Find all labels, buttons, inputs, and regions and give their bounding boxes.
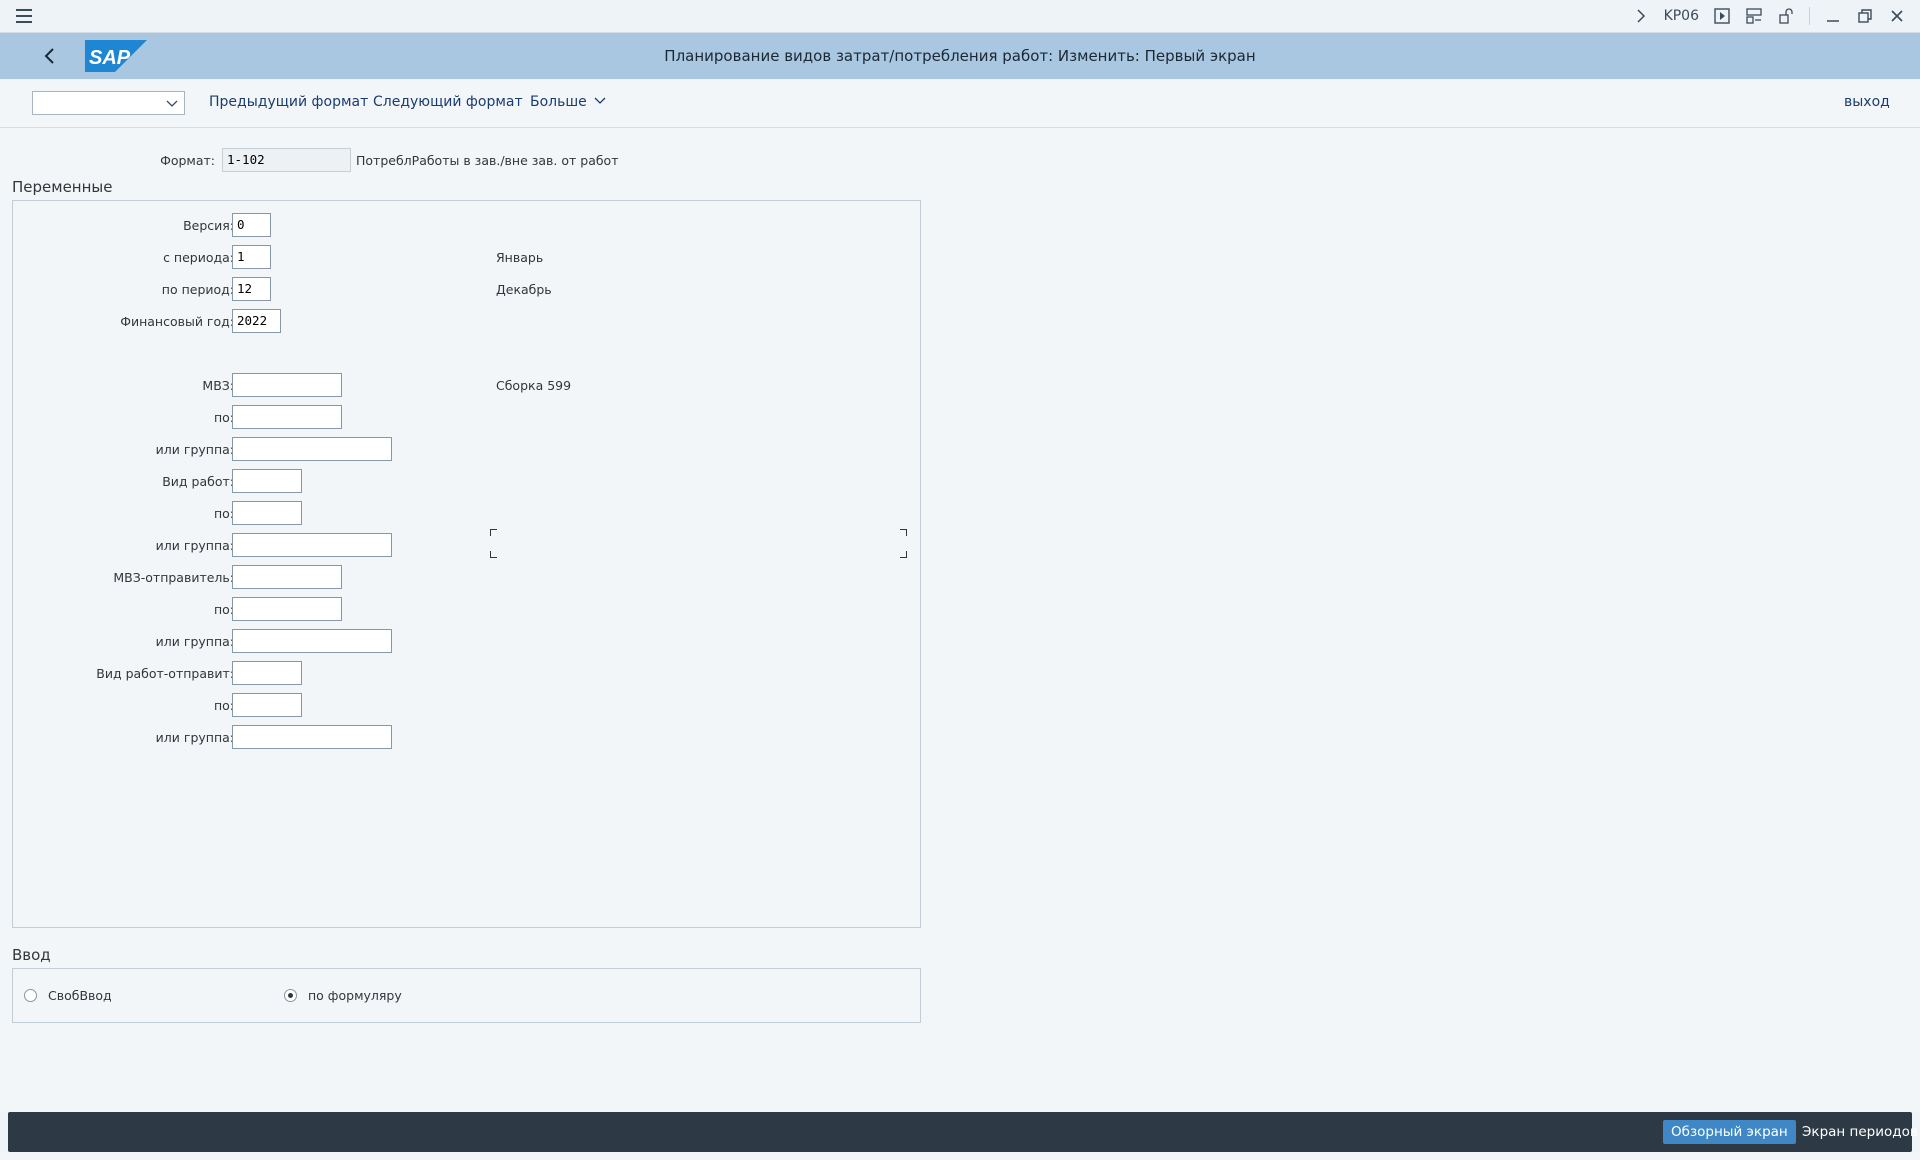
cost-center-group-field[interactable] [232,437,392,461]
cost-center-to-label: по: [213,410,234,425]
layout-icon[interactable] [1745,7,1763,25]
chevron-down-icon [166,100,178,107]
version-field[interactable]: 0 [232,213,271,237]
sender-cost-center-to-label: по: [213,602,234,617]
shell-header: SAP Планирование видов затрат/потреблени… [0,33,1920,79]
chevron-right-icon[interactable] [1632,7,1650,25]
form-entry-radio[interactable] [284,989,297,1002]
sender-cost-center-group-label: или группа: [155,634,234,649]
sender-cost-center-label: МВЗ-отправитель: [113,570,234,585]
variables-section-title: Переменные [12,178,113,196]
cost-center-field[interactable] [232,373,342,397]
cost-center-group-label: или группа: [155,442,234,457]
activity-type-to-field[interactable] [232,501,302,525]
activity-type-label: Вид работ: [162,474,234,489]
entry-section-title: Ввод [12,946,51,964]
more-menu-button[interactable]: Больше [530,94,606,110]
sender-activity-type-label: Вид работ-отправит: [96,666,234,681]
chevron-down-icon [594,97,606,104]
previous-format-button[interactable]: Предыдущий формат [209,94,368,110]
bottom-edge [0,1152,1920,1160]
exit-button[interactable]: выход [1844,94,1890,110]
activity-type-group-label: или группа: [155,538,234,553]
entry-group: СвобВвод по формуляру [12,968,921,1023]
sender-activity-type-group-field[interactable] [232,725,392,749]
sender-activity-type-to-field[interactable] [232,693,302,717]
to-period-field[interactable]: 12 [232,277,271,301]
page-title: Планирование видов затрат/потребления ра… [664,47,1256,65]
sender-cost-center-group-field[interactable] [232,629,392,653]
more-menu-label: Больше [530,94,587,110]
execute-icon[interactable] [1713,7,1731,25]
sender-activity-type-field[interactable] [232,661,302,685]
period-screen-button[interactable]: Экран периодов [1794,1120,1920,1144]
activity-type-group-field[interactable] [232,533,392,557]
version-label: Версия: [183,218,234,233]
application-toolbar: Предыдущий формат Следующий формат Больш… [0,80,1920,128]
format-description: ПотреблРаботы в зав./вне зав. от работ [356,153,619,168]
activity-type-field[interactable] [232,469,302,493]
sender-cost-center-field[interactable] [232,565,342,589]
titlebar-separator [1809,7,1810,25]
main-content: Формат: 1-102 ПотреблРаботы в зав./вне з… [0,128,1920,1112]
fiscal-year-label: Финансовый год: [120,314,234,329]
form-entry-label[interactable]: по формуляру [308,988,402,1003]
titlebar-controls: KP06 [1632,0,1906,32]
footer-toolbar: Обзорный экран Экран периодов [8,1112,1918,1152]
free-entry-label[interactable]: СвобВвод [48,988,112,1003]
sender-activity-type-group-label: или группа: [155,730,234,745]
fiscal-year-field[interactable]: 2022 [232,309,281,333]
frame-corner-top-right [900,529,907,536]
frame-corner-bottom-left [490,551,497,558]
cost-center-text: Сборка 599 [496,378,572,393]
to-period-label: по период: [161,282,234,297]
sender-cost-center-to-field[interactable] [232,597,342,621]
cost-center-to-field[interactable] [232,405,342,429]
transaction-code: KP06 [1663,8,1699,24]
overview-screen-button[interactable]: Обзорный экран [1663,1120,1796,1144]
window-titlebar: KP06 [0,0,1920,33]
cost-center-label: МВЗ: [202,378,234,393]
lock-icon[interactable] [1777,7,1795,25]
close-icon[interactable] [1888,7,1906,25]
free-entry-radio[interactable] [24,989,37,1002]
sender-activity-type-to-label: по: [213,698,234,713]
from-period-text: Январь [496,250,544,265]
frame-corner-top-left [490,529,497,536]
menu-icon[interactable] [14,6,34,26]
variables-group: Версия: 0 с периода: 1 Январь по период:… [12,200,921,928]
from-period-label: с периода: [163,250,234,265]
format-label: Формат: [160,153,215,168]
restore-icon[interactable] [1856,7,1874,25]
frame-corner-bottom-right [900,551,907,558]
minimize-icon[interactable] [1824,7,1842,25]
format-field: 1-102 [222,148,351,172]
activity-type-to-label: по: [213,506,234,521]
next-format-button[interactable]: Следующий формат [373,94,523,110]
from-period-field[interactable]: 1 [232,245,271,269]
format-dropdown[interactable] [32,91,185,115]
to-period-text: Декабрь [496,282,552,297]
